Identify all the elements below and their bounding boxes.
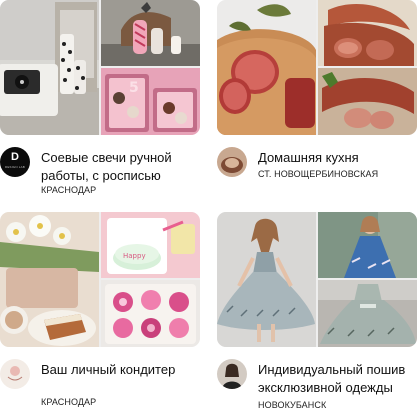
seller-title[interactable]: Домашняя кухня: [258, 149, 418, 167]
gallery-photo-3: 5: [101, 68, 200, 135]
gallery-photo-main: [217, 0, 316, 135]
seller-city: КРАСНОДАР: [41, 185, 97, 195]
brand-logo-letter: D: [11, 151, 19, 163]
gallery-photo-3: [101, 280, 200, 347]
seller-card-candles[interactable]: 5 D DESIGN LAB Соевые свечи ручной работ…: [0, 0, 200, 205]
card-info: Домашняя кухня СТ. НОВОЩЕРБИНОВСКАЯ: [217, 135, 417, 205]
seller-title[interactable]: Ваш личный кондитер: [41, 361, 201, 379]
seller-city: КРАСНОДАР: [41, 397, 97, 407]
card-gallery[interactable]: [217, 0, 417, 135]
card-gallery[interactable]: Happy: [0, 212, 200, 347]
gallery-photo-2: [318, 0, 417, 66]
gallery-photo-3: [318, 280, 417, 347]
brand-logo-caption: DESIGN LAB: [4, 165, 25, 169]
seller-title[interactable]: Соевые свечи ручной работы, с росписью: [41, 149, 201, 185]
seamstress-photo-avatar: [217, 359, 247, 389]
card-gallery[interactable]: [217, 212, 417, 347]
card-info: Ваш личный кондитер КРАСНОДАР: [0, 347, 200, 411]
gallery-photo-main: [0, 0, 99, 135]
seller-title[interactable]: Индивидуальный пошив эксклюзивной одежды: [258, 361, 418, 397]
gallery-photo-2: Happy: [101, 212, 200, 278]
seller-city: НОВОКУБАНСК: [258, 400, 327, 410]
svg-text:Happy: Happy: [123, 252, 146, 260]
seller-card-tailoring[interactable]: Индивидуальный пошив эксклюзивной одежды…: [217, 212, 417, 411]
cook-photo-avatar: [217, 147, 247, 177]
brand-logo-icon: D DESIGN LAB: [0, 147, 30, 177]
seller-card-confectioner[interactable]: Happy Ваш личный кондитер КРАСНОДАР: [0, 212, 200, 411]
gallery-photo-2: [318, 212, 417, 278]
card-info: Индивидуальный пошив эксклюзивной одежды…: [217, 347, 417, 411]
card-info: D DESIGN LAB Соевые свечи ручной работы,…: [0, 135, 200, 205]
gallery-photo-3: [318, 68, 417, 135]
card-gallery[interactable]: 5: [0, 0, 200, 135]
gallery-photo-main: [217, 212, 316, 347]
svg-text:5: 5: [129, 80, 139, 96]
gallery-photo-2: [101, 0, 200, 66]
seller-card-home-kitchen[interactable]: Домашняя кухня СТ. НОВОЩЕРБИНОВСКАЯ: [217, 0, 417, 205]
gallery-photo-main: [0, 212, 99, 347]
seller-city: СТ. НОВОЩЕРБИНОВСКАЯ: [258, 169, 379, 179]
confectioner-logo-avatar: [0, 359, 30, 389]
